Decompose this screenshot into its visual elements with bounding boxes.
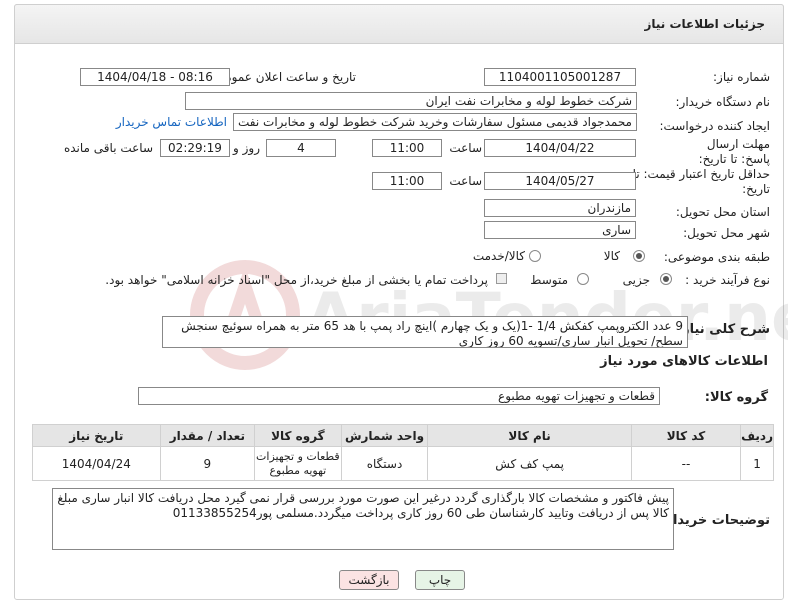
category-goods-service-label: کالا/خدمت <box>472 249 525 263</box>
col-group: گروه کالا <box>254 424 342 447</box>
creator-label: ایجاد کننده درخواست: <box>659 119 770 133</box>
announce-datetime-label: تاریخ و ساعت اعلان عمومی: <box>211 70 356 84</box>
price-validity-label: حداقل تاریخ اعتبار قیمت: تا تاریخ: <box>632 167 770 196</box>
cell-code: -- <box>630 446 742 481</box>
purchase-partial-label: جزیی <box>622 273 650 287</box>
purchase-partial-radio[interactable] <box>660 273 672 285</box>
price-time-field: 11:00 <box>372 172 442 190</box>
purchase-type-label: نوع فرآیند خرید : <box>685 273 770 287</box>
buyer-org-label: نام دستگاه خریدار: <box>675 95 771 109</box>
province-label: استان محل تحویل: <box>675 205 770 219</box>
buyer-notes-field: پیش فاکتور و مشخصات کالا بارگذاری گردد د… <box>52 488 674 550</box>
city-field: ساری <box>484 221 636 239</box>
back-button[interactable]: بازگشت <box>339 570 399 590</box>
treasury-checkbox[interactable] <box>496 273 507 284</box>
purchase-medium-radio[interactable] <box>577 273 589 285</box>
price-date-field: 1404/05/27 <box>484 172 636 190</box>
days-label: روز و <box>233 141 260 155</box>
goods-info-heading: اطلاعات کالاهای مورد نیاز <box>600 354 768 369</box>
reply-deadline-label: مهلت ارسال پاسخ: تا تاریخ: <box>698 137 770 166</box>
col-unit: واحد شمارش <box>340 424 429 447</box>
cell-row: 1 <box>740 446 774 481</box>
reply-time-field: 11:00 <box>372 139 442 157</box>
buyer-notes-label: توضیحات خریدار: <box>660 513 770 528</box>
col-date: تاریخ نیاز <box>32 424 161 447</box>
remaining-label: ساعت باقی مانده <box>63 141 153 155</box>
page-title: جزئیات اطلاعات نیاز <box>644 17 765 31</box>
print-button[interactable]: چاپ <box>415 570 465 590</box>
goods-group-label: گروه کالا: <box>704 390 768 405</box>
need-number-field: 1104001105001287 <box>484 68 636 86</box>
col-name: نام کالا <box>427 424 632 447</box>
category-label: طبقه بندی موضوعی: <box>663 250 770 264</box>
col-row: ردیف <box>740 424 774 447</box>
col-code: کد کالا <box>630 424 742 447</box>
col-qty: تعداد / مقدار <box>159 424 256 447</box>
announce-datetime-field: 1404/04/18 - 08:16 <box>80 68 230 86</box>
goods-table: ردیف کد کالا نام کالا واحد شمارش گروه کا… <box>32 424 774 481</box>
buyer-org-field: شرکت خطوط لوله و مخابرات نفت ایران <box>185 92 637 110</box>
city-label: شهر محل تحویل: <box>683 226 770 240</box>
contact-buyer-link[interactable]: اطلاعات تماس خریدار <box>116 115 227 129</box>
table-row: 1 -- پمپ کف کش دستگاه قطعات و تجهیزات ته… <box>32 446 774 481</box>
category-goods-label: کالا <box>603 249 620 263</box>
cell-group: قطعات و تجهیزات تهویه مطبوع <box>254 446 342 481</box>
purchase-medium-label: متوسط <box>530 273 568 287</box>
category-goods-service-radio[interactable] <box>529 250 541 262</box>
treasury-note: پرداخت تمام یا بخشی از مبلغ خرید،از محل … <box>105 273 488 287</box>
reply-date-field: 1404/04/22 <box>484 139 636 157</box>
cell-qty: 9 <box>159 446 256 481</box>
cell-unit: دستگاه <box>340 446 429 481</box>
table-header-row: ردیف کد کالا نام کالا واحد شمارش گروه کا… <box>32 424 774 447</box>
panel-header: جزئیات اطلاعات نیاز <box>14 4 784 44</box>
summary-field: 9 عدد الکتروپمپ کفکش 1/4 -1(یک و یک چهار… <box>162 316 688 348</box>
province-field: مازندران <box>484 199 636 217</box>
price-time-label: ساعت <box>449 174 482 188</box>
goods-group-field: قطعات و تجهیزات تهویه مطبوع <box>138 387 660 405</box>
summary-label: شرح کلی نیاز: <box>676 322 770 337</box>
cell-name: پمپ کف کش <box>427 446 632 481</box>
need-number-label: شماره نیاز: <box>713 70 770 84</box>
reply-time-label: ساعت <box>449 141 482 155</box>
days-field: 4 <box>266 139 336 157</box>
cell-date: 1404/04/24 <box>32 446 161 481</box>
remaining-time-field: 02:29:19 <box>160 139 230 157</box>
category-goods-radio[interactable] <box>633 250 645 262</box>
creator-field: محمدجواد قدیمی مسئول سفارشات وخرید شرکت … <box>233 113 637 131</box>
